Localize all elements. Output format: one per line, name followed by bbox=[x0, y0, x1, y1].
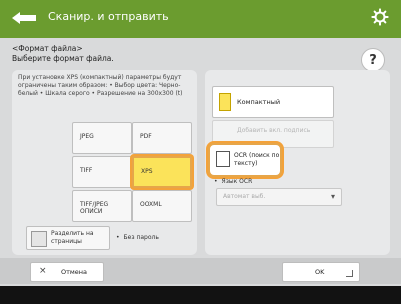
corner-icon bbox=[346, 270, 353, 277]
compact-button[interactable]: Компактный bbox=[212, 86, 334, 118]
format-jpeg-button[interactable]: JPEG bbox=[72, 122, 132, 154]
screen-subtitle: <Формат файла> Выберите формат файла. bbox=[12, 44, 114, 64]
ocr-label: OCR (поиск по тексту) bbox=[234, 152, 280, 167]
add-signature-label: Добавить вкл. подпись bbox=[237, 127, 311, 134]
ocr-language-value: Автомат выб. bbox=[223, 193, 266, 200]
close-icon: × bbox=[39, 266, 47, 276]
split-pages-icon bbox=[31, 231, 47, 247]
format-xps-button[interactable]: XPS bbox=[132, 156, 192, 188]
format-pdf-button[interactable]: PDF bbox=[132, 122, 192, 154]
format-tiff-label: TIFF bbox=[80, 167, 93, 174]
cancel-label: Отмена bbox=[61, 268, 88, 276]
header-title: Сканир. и отправить bbox=[48, 10, 169, 23]
format-tiff-jpeg-button[interactable]: TIFF/JPEG ОПИСИ bbox=[72, 190, 132, 222]
compact-label: Компактный bbox=[237, 98, 281, 106]
format-xps-label: XPS bbox=[141, 168, 153, 175]
back-arrow-icon[interactable] bbox=[10, 10, 38, 26]
ok-label: OK bbox=[315, 268, 325, 276]
ocr-language-label: Язык OCR bbox=[214, 178, 253, 185]
ocr-button[interactable]: OCR (поиск по тексту) bbox=[208, 143, 282, 177]
compact-icon bbox=[219, 93, 231, 111]
split-pages-button[interactable]: Разделить на страницы bbox=[26, 226, 110, 250]
ocr-icon bbox=[216, 151, 230, 167]
header-bar: Сканир. и отправить bbox=[0, 0, 401, 38]
format-jpeg-label: JPEG bbox=[80, 133, 94, 140]
password-status: Без пароль bbox=[116, 234, 159, 241]
cancel-button[interactable]: × Отмена bbox=[30, 262, 104, 282]
ok-button[interactable]: OK bbox=[282, 262, 360, 282]
footer-bar bbox=[0, 286, 401, 304]
gear-icon[interactable] bbox=[371, 8, 389, 26]
format-tiff-button[interactable]: TIFF bbox=[72, 156, 132, 188]
split-pages-label: Разделить на страницы bbox=[51, 230, 94, 245]
ocr-language-select[interactable]: Автомат выб. ▾ bbox=[216, 188, 342, 206]
format-ooxml-label: OOXML bbox=[140, 201, 162, 208]
format-tiff-jpeg-label: TIFF/JPEG ОПИСИ bbox=[80, 201, 109, 215]
format-info-text: При установке XPS (компактный) параметры… bbox=[18, 74, 183, 97]
subtitle-line1: <Формат файла> bbox=[12, 44, 83, 53]
subtitle-line2: Выберите формат файла. bbox=[12, 54, 114, 63]
chevron-down-icon: ▾ bbox=[330, 192, 335, 201]
format-ooxml-button[interactable]: OOXML bbox=[132, 190, 192, 222]
format-pdf-label: PDF bbox=[140, 133, 152, 140]
help-button[interactable]: ? bbox=[361, 48, 385, 72]
